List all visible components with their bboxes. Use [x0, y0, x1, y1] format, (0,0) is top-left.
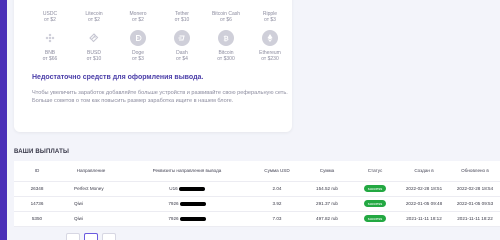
- currency-min: от $3: [132, 56, 144, 62]
- currency-dash[interactable]: [164, 30, 200, 46]
- requisites-text: U16: [169, 186, 178, 191]
- pagination-next-button[interactable]: [102, 233, 116, 240]
- cell-requisites: 7926: [122, 196, 252, 212]
- cell-usd: 2.04: [252, 181, 302, 197]
- cell-created: 2022-01-05 09:48: [398, 196, 450, 212]
- status-badge: success: [363, 185, 387, 192]
- column-header: Сумма: [302, 161, 352, 182]
- currency-min: от $300: [217, 56, 235, 62]
- column-header: Сумма USD: [252, 161, 302, 182]
- currency-min: от $4: [176, 56, 188, 62]
- redaction-bar: [179, 216, 206, 221]
- ethereum-icon: [262, 30, 278, 46]
- cell-amount: 154.52 rub: [302, 181, 352, 197]
- currency-usdc[interactable]: USDC от $2: [32, 11, 68, 23]
- cell-id: 5350: [14, 211, 60, 227]
- insufficient-funds-text: Чтобы увеличить заработок добавляйте бол…: [32, 90, 288, 105]
- cell-id: 14736: [14, 196, 60, 212]
- insufficient-funds-title: Недостаточно средств для оформления выво…: [32, 74, 204, 81]
- dash-icon: [174, 30, 190, 46]
- currency-tether[interactable]: Tether от $10: [164, 11, 200, 23]
- bnb-icon: [42, 30, 58, 46]
- cell-id: 26348: [14, 181, 60, 197]
- sidebar-strip: [0, 0, 7, 240]
- currency-label: Ethereum от $230: [252, 50, 288, 62]
- cell-status: success: [352, 211, 398, 227]
- column-header: Реквизиты направления вывода: [122, 161, 252, 182]
- cell-amount: 291.37 rub: [302, 196, 352, 212]
- currency-ripple[interactable]: Ripple от $3: [252, 11, 288, 23]
- currency-min: от $2: [44, 17, 56, 23]
- currency-row-2-labels: BNB от $66 BUSD от $10 Doge от $3 Dash о…: [32, 50, 288, 62]
- bitcoin-icon: ₿: [218, 30, 234, 46]
- cell-created: 2022-02-28 18:51: [398, 181, 450, 197]
- requisites-text: 7926: [168, 201, 179, 206]
- payouts-title: ВАШИ ВЫПЛАТЫ: [14, 149, 70, 155]
- currency-icons-row-2: ₿: [32, 30, 288, 46]
- column-header: Направление: [60, 161, 122, 182]
- column-header: Статус: [352, 161, 398, 182]
- currency-bitcoin-cash[interactable]: Bitcoin Cash от $6: [208, 11, 244, 23]
- column-header: Обновлено в: [450, 161, 500, 182]
- pagination-prev-button[interactable]: [66, 233, 80, 240]
- pagination-page-button[interactable]: [84, 233, 98, 240]
- payouts-table: ID Направление Реквизиты направления выв…: [14, 161, 500, 227]
- cell-requisites: 7926: [122, 211, 252, 227]
- cell-updated: 2021-11-11 18:22: [450, 211, 500, 227]
- currency-label: Dash от $4: [164, 50, 200, 62]
- cell-updated: 2022-01-05 09:53: [450, 196, 500, 212]
- status-badge: success: [363, 200, 387, 207]
- currency-min: от $2: [132, 17, 144, 23]
- status-badge: success: [363, 215, 387, 222]
- currency-min: от $2: [88, 17, 100, 23]
- currency-row-1: USDC от $2 Litecoin от $2 Monero от $2 T…: [32, 11, 288, 23]
- cell-usd: 3.92: [252, 196, 302, 212]
- currency-min: от $10: [86, 56, 102, 62]
- cell-status: success: [352, 181, 398, 197]
- currency-doge[interactable]: [120, 30, 156, 46]
- table-row: 26348 Perfect Money U16 2.04 154.52 rub …: [14, 181, 500, 197]
- currency-min: от $3: [264, 17, 276, 23]
- table-header-row: ID Направление Реквизиты направления выв…: [14, 161, 500, 182]
- table-row: 5350 Qiwi 7926 7.03 497.82 rub success 2…: [14, 211, 500, 227]
- cell-direction: Perfect Money: [60, 181, 122, 197]
- currency-min: от $230: [261, 56, 279, 62]
- cell-status: success: [352, 196, 398, 212]
- column-header: ID: [14, 161, 60, 182]
- cell-direction: Qiwi: [60, 196, 122, 212]
- currency-bitcoin[interactable]: ₿: [208, 30, 244, 46]
- redaction-bar: [179, 201, 206, 206]
- currency-busd[interactable]: [76, 30, 112, 46]
- svg-text:₿: ₿: [223, 35, 228, 43]
- currency-label: Doge от $3: [120, 50, 156, 62]
- currencies-card: USDC от $2 Litecoin от $2 Monero от $2 T…: [14, 0, 292, 132]
- currency-monero[interactable]: Monero от $2: [120, 11, 156, 23]
- requisites-text: 7926: [168, 216, 179, 221]
- cell-amount: 497.82 rub: [302, 211, 352, 227]
- currency-label: BUSD от $10: [76, 50, 112, 62]
- cell-usd: 7.03: [252, 211, 302, 227]
- currency-ethereum[interactable]: [252, 30, 288, 46]
- cell-updated: 2022-02-28 18:54: [450, 181, 500, 197]
- column-header: Создан в: [398, 161, 450, 182]
- table-row: 14736 Qiwi 7926 3.92 291.37 rub success …: [14, 196, 500, 212]
- cell-requisites: U16: [122, 181, 252, 197]
- doge-icon: [130, 30, 146, 46]
- cell-direction: Qiwi: [60, 211, 122, 227]
- currency-min: от $66: [42, 56, 58, 62]
- currency-min: от $10: [174, 17, 190, 23]
- busd-icon: [86, 30, 102, 46]
- cell-created: 2021-11-11 18:12: [398, 211, 450, 227]
- currency-litecoin[interactable]: Litecoin от $2: [76, 11, 112, 23]
- redaction-bar: [178, 186, 205, 191]
- currency-label: BNB от $66: [32, 50, 68, 62]
- currency-label: Bitcoin от $300: [208, 50, 244, 62]
- currency-min: от $6: [220, 17, 232, 23]
- currency-bnb[interactable]: [32, 30, 68, 46]
